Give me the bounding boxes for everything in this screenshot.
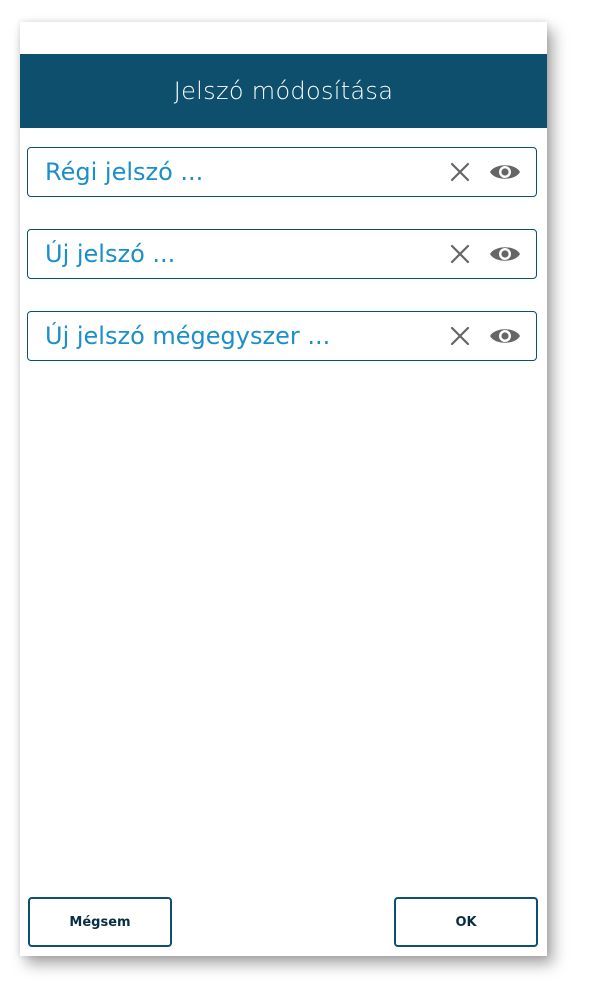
close-icon[interactable] <box>446 158 474 186</box>
confirm-password-input[interactable]: Új jelszó mégegyszer ... <box>28 322 446 350</box>
old-password-field[interactable]: Régi jelszó ... <box>27 147 537 197</box>
cancel-button-label: Mégsem <box>69 914 131 930</box>
eye-icon[interactable] <box>488 240 522 268</box>
ok-button-label: OK <box>455 914 477 930</box>
ok-button[interactable]: OK <box>394 897 538 947</box>
eye-icon[interactable] <box>488 158 522 186</box>
dialog-header: Jelszó módosítása <box>20 54 547 128</box>
dialog-title: Jelszó módosítása <box>173 77 394 105</box>
eye-icon[interactable] <box>488 322 522 350</box>
confirm-password-field[interactable]: Új jelszó mégegyszer ... <box>27 311 537 361</box>
close-icon[interactable] <box>446 240 474 268</box>
new-password-input[interactable]: Új jelszó ... <box>28 240 446 268</box>
change-password-dialog: Jelszó módosítása Régi jelszó ... Új jel… <box>20 22 547 956</box>
old-password-input[interactable]: Régi jelszó ... <box>28 158 446 186</box>
cancel-button[interactable]: Mégsem <box>28 897 172 947</box>
close-icon[interactable] <box>446 322 474 350</box>
new-password-field[interactable]: Új jelszó ... <box>27 229 537 279</box>
